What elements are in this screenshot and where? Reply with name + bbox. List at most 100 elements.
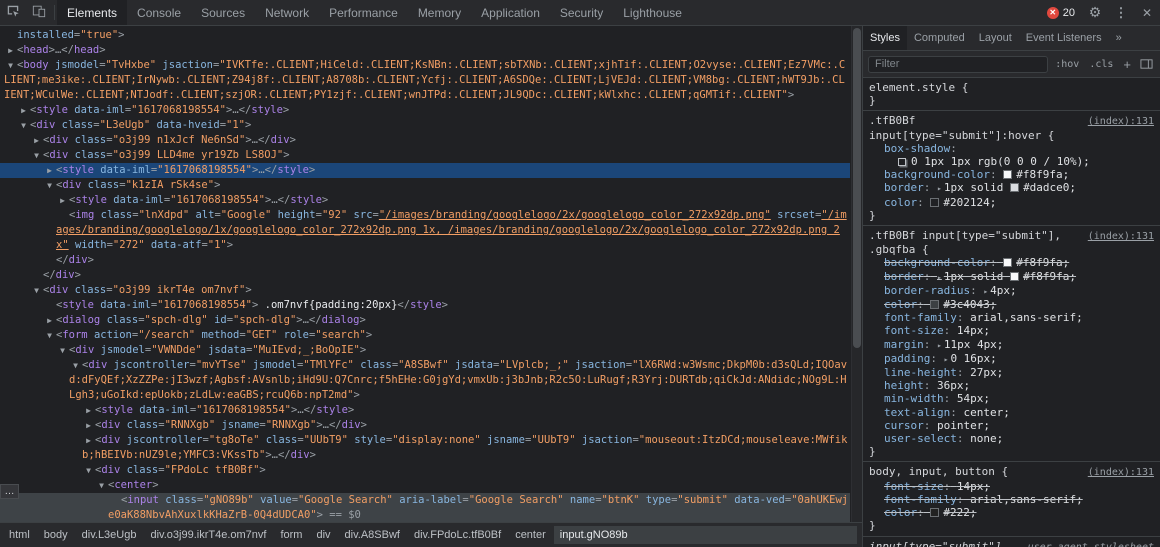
dom-tree-node[interactable]: ▼<div class="o3j99 ikrT4e om7nvf"> [0,283,850,298]
color-swatch[interactable] [1010,272,1019,281]
css-declaration[interactable]: font-family: arial,sans-serif; [869,493,1154,506]
dom-tree-node[interactable]: ▶<dialog class="spch-dlg" id="spch-dlg">… [0,313,850,328]
css-selector[interactable]: .tfB0Bf input[type="submit"], [869,229,1080,242]
stylesheet-link[interactable]: (index):131 [1088,230,1154,243]
dom-tree-node[interactable]: </div> [0,253,850,268]
panel-toggle-icon[interactable] [1138,58,1155,70]
elements-scrollbar[interactable] [851,26,862,522]
attribute-link[interactable]: "/images/branding/googlelogo/2x/googlelo… [379,209,771,221]
close-icon[interactable]: ✕ [1134,0,1160,25]
breadcrumb-item-div[interactable]: div [310,526,336,544]
expand-shorthand-icon[interactable]: ▸ [944,355,949,364]
sidebar-tab-computed[interactable]: Computed [907,26,972,50]
scrollbar-thumb[interactable] [853,28,861,348]
toggle-class-button[interactable]: .cls [1086,58,1116,71]
breadcrumb-item-body[interactable]: body [38,526,74,544]
css-declaration[interactable]: height: 36px; [869,379,1154,392]
device-toolbar-button[interactable] [26,0,52,25]
expand-shorthand-icon[interactable]: ▸ [937,184,942,193]
css-declaration[interactable]: font-family: arial,sans-serif; [869,311,1154,324]
inspect-element-button[interactable] [0,0,26,25]
collapse-arrow-icon[interactable]: ▼ [56,343,69,358]
dom-tree-node[interactable]: ▼<div class="FPdoLc tfB0Bf"> [0,463,850,478]
dom-tree-node[interactable]: ▼<div class="L3eUgb" data-hveid="1"> [0,118,850,133]
expand-arrow-icon[interactable]: ▶ [82,403,95,418]
sidebar-tab-event-listeners[interactable]: Event Listeners [1019,26,1109,50]
breadcrumb-item-div-l3eugb[interactable]: div.L3eUgb [76,526,143,544]
css-selector[interactable]: .gbqfba { [869,243,1154,256]
css-declaration[interactable]: box-shadow: [869,142,1154,155]
color-swatch[interactable] [1003,258,1012,267]
new-style-rule-button[interactable]: + [1120,56,1134,73]
collapse-arrow-icon[interactable]: ▼ [4,58,17,73]
stylesheet-link[interactable]: (index):131 [1088,466,1154,479]
breadcrumb-item-div-o3j99-ikrt4e-om7nvf[interactable]: div.o3j99.ikrT4e.om7nvf [144,526,272,544]
tab-application[interactable]: Application [471,0,550,25]
expand-arrow-icon[interactable]: ▶ [82,418,95,433]
expand-shorthand-icon[interactable]: ▸ [937,273,942,282]
more-button[interactable]: … [0,484,19,499]
dom-tree-node[interactable]: ▶<div jscontroller="tg8oTe" class="UUbT9… [0,433,850,463]
dom-tree-node[interactable]: </div> [0,268,850,283]
dom-tree-node[interactable]: ▶<style data-iml="1617068198554">…</styl… [0,163,850,178]
css-declaration[interactable]: text-align: center; [869,406,1154,419]
css-declaration[interactable]: background-color: #f8f9fa; [869,168,1154,181]
color-swatch[interactable] [930,300,939,309]
expand-arrow-icon[interactable]: ▶ [56,193,69,208]
more-tabs-icon[interactable]: » [1109,26,1129,50]
css-declaration[interactable]: color: #222; [869,506,1154,519]
tab-performance[interactable]: Performance [319,0,408,25]
tab-security[interactable]: Security [550,0,613,25]
styles-filter-input[interactable] [868,56,1048,73]
css-declaration[interactable]: margin: ▸11px 4px; [869,338,1154,352]
css-selector[interactable]: input[type="submit"] [869,540,1020,547]
css-declaration-value[interactable]: 0 1px 1px rgb(0 0 0 / 10%); [869,155,1154,168]
css-declaration[interactable]: border: ▸1px solid #f8f9fa; [869,270,1154,284]
tab-sources[interactable]: Sources [191,0,255,25]
dom-tree-node[interactable]: ▼<div jscontroller="mvYTse" jsmodel="TMl… [0,358,850,403]
css-declaration[interactable]: color: #3c4043; [869,298,1154,311]
expand-arrow-icon[interactable]: ▶ [43,163,56,178]
collapse-arrow-icon[interactable]: ▼ [43,178,56,193]
collapse-arrow-icon[interactable]: ▼ [43,328,56,343]
css-selector[interactable]: element.style { [869,81,1154,94]
dom-tree-node[interactable]: ▼<div class="o3j99 LLD4me yr19Zb LS8OJ"> [0,148,850,163]
tab-elements[interactable]: Elements [57,0,127,25]
css-declaration[interactable]: border-radius: ▸4px; [869,284,1154,298]
expand-shorthand-icon[interactable]: ▸ [937,341,942,350]
css-selector[interactable]: .tfB0Bf [869,114,1080,127]
css-declaration[interactable]: border: ▸1px solid #dadce0; [869,181,1154,195]
expand-shorthand-icon[interactable]: ▸ [983,287,988,296]
css-declaration[interactable]: line-height: 27px; [869,366,1154,379]
toggle-element-state-button[interactable]: :hov [1052,58,1082,71]
expand-arrow-icon[interactable]: ▶ [30,133,43,148]
breadcrumb-item-div-a8sbwf[interactable]: div.A8SBwf [339,526,406,544]
tab-console[interactable]: Console [127,0,191,25]
css-declaration[interactable]: color: #202124; [869,196,1154,209]
dom-tree-node[interactable]: ▶<head>…</head> [0,43,850,58]
dom-tree-node[interactable]: <style data-iml="1617068198554"> .om7nvf… [0,298,850,313]
expand-arrow-icon[interactable]: ▶ [17,103,30,118]
css-declaration[interactable]: background-color: #f8f9fa; [869,256,1154,269]
collapse-arrow-icon[interactable]: ▼ [69,358,82,373]
dom-tree-node[interactable]: ▶<div class="o3j99 n1xJcf Ne6nSd">…</div… [0,133,850,148]
dom-tree-node[interactable]: <img class="lnXdpd" alt="Google" height=… [0,208,850,253]
tab-lighthouse[interactable]: Lighthouse [613,0,692,25]
breadcrumb-item-html[interactable]: html [3,526,36,544]
more-options-icon[interactable]: ⋮ [1108,0,1134,25]
collapse-arrow-icon[interactable]: ▼ [30,283,43,298]
expand-arrow-icon[interactable]: ▶ [43,313,56,328]
stylesheet-link[interactable]: (index):131 [1088,115,1154,128]
css-declaration[interactable]: font-size: 14px; [869,324,1154,337]
collapse-arrow-icon[interactable]: ▼ [95,478,108,493]
error-badge[interactable]: ✕ 20 [1040,7,1082,19]
shadow-editor-icon[interactable] [898,158,906,166]
expand-arrow-icon[interactable]: ▶ [82,433,95,448]
css-selector[interactable]: body, input, button { [869,465,1080,478]
settings-icon[interactable]: ⚙ [1082,0,1108,25]
css-declaration[interactable]: min-width: 54px; [869,392,1154,405]
css-declaration[interactable]: user-select: none; [869,432,1154,445]
color-swatch[interactable] [930,198,939,207]
color-swatch[interactable] [930,508,939,517]
sidebar-tab-layout[interactable]: Layout [972,26,1019,50]
